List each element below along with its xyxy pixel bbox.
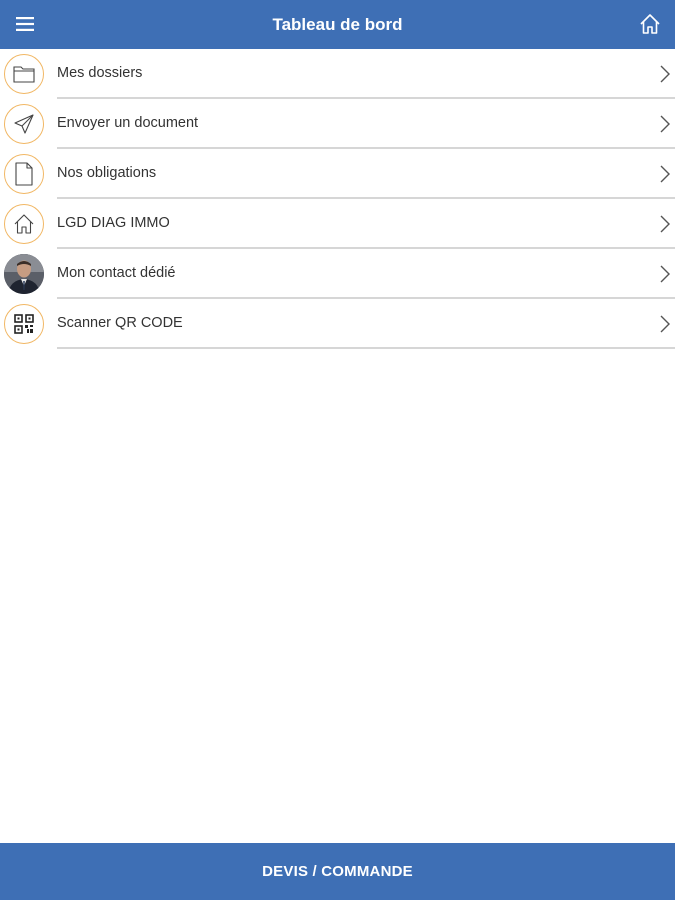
chevron-right-icon bbox=[660, 215, 670, 233]
chevron-right-icon bbox=[660, 315, 670, 333]
contact-avatar bbox=[4, 254, 44, 294]
menu-item-envoyer-document[interactable]: Envoyer un document bbox=[0, 99, 675, 149]
menu-item-mes-dossiers[interactable]: Mes dossiers bbox=[0, 49, 675, 99]
page-title: Tableau de bord bbox=[272, 14, 403, 34]
menu-item-scanner-qr-code[interactable]: Scanner QR CODE bbox=[0, 299, 675, 349]
document-icon bbox=[4, 154, 44, 194]
paper-plane-icon bbox=[4, 104, 44, 144]
divider bbox=[57, 347, 675, 349]
devis-commande-label: DEVIS / COMMANDE bbox=[262, 863, 413, 880]
menu-item-label: Envoyer un document bbox=[57, 115, 199, 131]
menu-item-label: Mon contact dédié bbox=[57, 265, 176, 281]
menu-item-mon-contact-dedie[interactable]: Mon contact dédié bbox=[0, 249, 675, 299]
top-app-bar: Tableau de bord bbox=[0, 0, 675, 49]
menu-item-label: LGD DIAG IMMO bbox=[57, 215, 170, 231]
dashboard-menu-list: Mes dossiers Envoyer un document Nos obl… bbox=[0, 49, 675, 349]
qr-code-icon bbox=[4, 304, 44, 344]
chevron-right-icon bbox=[660, 115, 670, 133]
menu-item-label: Mes dossiers bbox=[57, 65, 143, 81]
menu-item-label: Scanner QR CODE bbox=[57, 315, 183, 331]
menu-item-label: Nos obligations bbox=[57, 165, 157, 181]
chevron-right-icon bbox=[660, 65, 670, 83]
devis-commande-button[interactable]: DEVIS / COMMANDE bbox=[0, 843, 675, 900]
folder-icon bbox=[4, 54, 44, 94]
chevron-right-icon bbox=[660, 265, 670, 283]
menu-item-nos-obligations[interactable]: Nos obligations bbox=[0, 149, 675, 199]
home-icon[interactable] bbox=[637, 11, 663, 37]
chevron-right-icon bbox=[660, 165, 670, 183]
menu-item-lgd-diag-immo[interactable]: LGD DIAG IMMO bbox=[0, 199, 675, 249]
hamburger-menu-icon[interactable] bbox=[13, 13, 37, 35]
app-root: Tableau de bord Mes dossiers Envoyer un … bbox=[0, 0, 675, 900]
house-icon bbox=[4, 204, 44, 244]
